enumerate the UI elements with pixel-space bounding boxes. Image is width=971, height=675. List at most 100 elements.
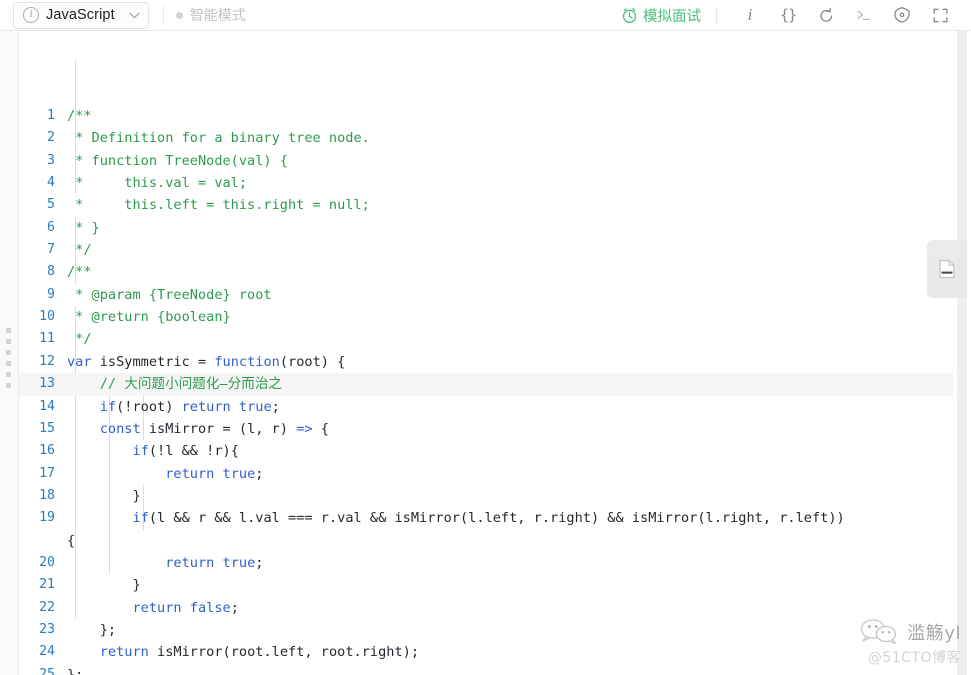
code-text[interactable]: }; [67,664,953,675]
code-identifier: l [705,510,714,527]
code-identifier: left [795,510,829,527]
code-line[interactable]: 9 * @param {TreeNode} root [19,284,953,306]
code-line[interactable]: 18 } [19,485,953,507]
code-identifier: left [484,510,518,527]
mock-interview-label: 模拟面试 [643,8,701,25]
toolbar-divider [162,5,164,25]
code-text[interactable]: */ [67,239,953,261]
code-text-segment: * this.val = val; [67,175,247,191]
code-keyword: if [132,510,149,527]
line-number: 2 [47,130,55,146]
drag-dot [6,350,11,355]
code-line[interactable]: 7 */ [19,239,953,261]
code-text[interactable]: * function TreeNode(val) { [67,150,953,172]
code-editor[interactable]: 1 /** 2 * Definition for a binary tree nod… [19,31,953,675]
reset-undo-icon[interactable] [811,2,841,28]
code-identifier: val [337,510,362,527]
code-line[interactable]: 14 if(!root) return true; [19,396,953,418]
code-line[interactable]: 16 if(!l && !r){ [19,440,953,462]
code-line[interactable]: 15 const isMirror = (l, r) => { [19,418,953,440]
panel-drag-handle[interactable] [6,328,13,388]
code-identifier: l [157,510,166,527]
code-text[interactable]: * this.val = val; [67,172,953,194]
code-text[interactable]: return true; [67,463,953,485]
code-text-segment: }; [67,666,84,675]
code-text[interactable]: /** [67,105,953,127]
code-identifier: l [165,443,174,460]
code-line[interactable]: 2 * Definition for a binary tree node. [19,127,953,149]
code-text[interactable]: * Definition for a binary tree node. [67,127,953,149]
code-keyword: var [67,353,92,370]
fullscreen-icon[interactable] [925,2,955,28]
code-identifier: r [320,510,329,527]
line-number: 5 [47,197,55,213]
code-text[interactable]: } [67,574,953,596]
settings-gear-icon[interactable] [887,2,917,28]
code-identifier: l [468,510,477,527]
code-line[interactable]: 1 /** [19,105,953,127]
document-panel-icon[interactable] [927,240,967,298]
drag-dot [6,328,11,333]
code-line[interactable]: 12 var isSymmetric = function(root) { [19,351,953,373]
code-comment: * this.left = this.right = null; [67,197,370,214]
code-keyword: return [99,644,149,661]
terminal-icon[interactable] [849,2,879,28]
code-text-segment: * @return {boolean} [67,309,231,325]
mock-interview-button[interactable]: 模拟面试 [621,5,701,26]
code-text[interactable]: return false; [67,597,953,619]
code-text[interactable]: } [67,485,953,507]
drag-dot [6,372,11,377]
code-text-segment: return isMirror(root.left, root.right); [99,644,420,661]
code-line[interactable]: 21 } [19,574,953,596]
smart-mode-toggle[interactable]: 智能模式 [175,5,246,25]
code-text[interactable]: /** [67,261,953,283]
editor-scrollbar[interactable] [953,31,971,675]
code-line[interactable]: 6 * } [19,217,953,239]
code-text[interactable]: if(l && r && l.val === r.val && isMirror… [67,507,953,552]
code-line[interactable]: 24 return isMirror(root.left, root.right… [19,641,953,663]
code-keyword: const [99,420,141,437]
code-text[interactable]: var isSymmetric = function(root) { [67,351,953,373]
code-line[interactable]: 8 /** [19,261,953,283]
code-text[interactable]: return true; [67,552,953,574]
code-text-segment: if(l && r && l.val === r.val && isMirror… [132,510,845,527]
code-line[interactable]: 23 }; [19,619,953,641]
code-text[interactable]: * this.left = this.right = null; [67,194,953,216]
line-number: 4 [47,175,55,191]
code-line[interactable]: 10 * @return {boolean} [19,306,953,328]
code-keyword: return [181,398,231,415]
language-selector[interactable]: i JavaScript [13,1,149,29]
code-text[interactable]: // 大问题小问题化—分而治之 [67,373,953,395]
code-line[interactable]: 22 return false; [19,597,953,619]
scrollbar-track[interactable] [957,31,967,675]
code-identifier: r [779,510,788,527]
code-text[interactable]: if(!root) return true; [67,396,953,418]
code-text[interactable]: if(!l && !r){ [67,440,953,462]
line-number: 20 [39,554,55,570]
code-text-wrapped: { [67,532,76,549]
code-text-segment: } [67,487,141,504]
code-identifier: r [197,510,207,527]
code-line[interactable]: 5 * this.left = this.right = null; [19,194,953,216]
code-line[interactable]: 13 // 大问题小问题化—分而治之 [19,373,953,396]
code-line[interactable]: 11 */ [19,328,953,350]
code-line[interactable]: 3 * function TreeNode(val) { [19,150,953,172]
code-text[interactable]: */ [67,328,953,350]
code-text[interactable]: return isMirror(root.left, root.right); [67,641,953,663]
code-text[interactable]: const isMirror = (l, r) => { [67,418,953,440]
code-lines-container[interactable]: 1 /** 2 * Definition for a binary tree nod… [19,31,953,675]
code-identifier: root [320,644,354,661]
code-line[interactable]: 19 if(l && r && l.val === r.val && isMir… [19,507,953,552]
format-braces-icon[interactable]: {} [773,2,803,28]
code-text[interactable]: * @return {boolean} [67,306,953,328]
code-text[interactable]: * } [67,217,953,239]
code-line[interactable]: 20 return true; [19,552,953,574]
code-line[interactable]: 4 * this.val = val; [19,172,953,194]
code-line[interactable]: 25}; [19,664,953,675]
code-line[interactable]: 17 return true; [19,463,953,485]
info-italic-icon[interactable]: i [735,2,765,28]
smart-mode-label: 智能模式 [189,7,246,23]
code-text[interactable]: }; [67,619,953,641]
toolbar-actions: 模拟面试 i {} [621,0,971,31]
code-text[interactable]: * @param {TreeNode} root [67,284,953,306]
